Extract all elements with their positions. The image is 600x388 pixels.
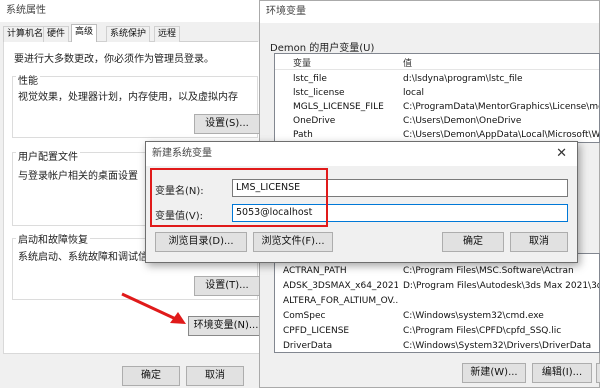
- system-properties-title: 系统属性: [0, 0, 261, 22]
- new-system-variable-dialog: 新建系统变量 ✕ 变量名(N): LMS_LICENSE 变量值(V): 505…: [145, 141, 578, 263]
- tab-system-protection[interactable]: 系统保护: [106, 26, 151, 42]
- var-name: lstc_file: [293, 74, 327, 84]
- startup-settings-button[interactable]: 设置(T)...: [194, 276, 260, 296]
- environment-variables-button[interactable]: 环境变量(N)...: [188, 316, 264, 336]
- var-value: C:\Windows\System32\Drivers\DriverData: [403, 341, 592, 351]
- tab-strip: 计算机名 硬件 高级 系统保护 远程: [3, 24, 258, 43]
- table-row[interactable]: ALTERA_FOR_ALTIUM_OV...: [275, 294, 599, 308]
- envwin-title: 环境变量: [260, 1, 599, 23]
- table-row[interactable]: CPFD_LICENSE C:\Program Files\CPFD\cpfd_S…: [275, 324, 599, 338]
- annotation-highlight-box: [150, 168, 328, 227]
- annotation-arrow: [121, 292, 186, 324]
- table-row[interactable]: OneDrive C:\Users\Demon\OneDrive: [275, 114, 599, 128]
- newvar-title: 新建系统变量: [146, 142, 577, 166]
- table-row[interactable]: Path C:\Users\Demon\AppData\Local\Microso…: [275, 128, 599, 142]
- user-list-header: 变量 值: [275, 54, 599, 70]
- table-row[interactable]: ADSK_3DSMAX_x64_2021 D:\Program Files\Aut…: [275, 279, 599, 293]
- newvar-ok-button[interactable]: 确定: [442, 232, 504, 252]
- var-name: ALTERA_FOR_ALTIUM_OV...: [283, 296, 398, 306]
- new-variable-button[interactable]: 新建(W)...: [462, 363, 526, 383]
- system-variables-list[interactable]: ACTRAN_PATH C:\Program Files\MSC.Software…: [274, 253, 600, 353]
- var-value: C:\Program Files\MSC.Software\Actran: [403, 266, 574, 276]
- browse-directory-button[interactable]: 浏览目录(D)...: [155, 232, 247, 252]
- delete-variable-button[interactable]: 删: [596, 363, 600, 383]
- table-row[interactable]: ACTRAN_PATH C:\Program Files\MSC.Software…: [275, 264, 599, 278]
- col-value-header[interactable]: 值: [403, 56, 412, 69]
- table-row[interactable]: lstc_file d:\lsdyna\program\lstc_file: [275, 72, 599, 86]
- edit-variable-button[interactable]: 编辑(I)...: [532, 363, 592, 383]
- tab-hardware[interactable]: 硬件: [43, 26, 70, 42]
- var-value: D:\Program Files\Autodesk\3ds Max 2021\3…: [403, 281, 599, 291]
- user-profile-desc: 与登录帐户相关的桌面设置: [18, 171, 138, 182]
- table-row[interactable]: MGLS_LICENSE_FILE C:\ProgramData\MentorGr…: [275, 100, 599, 114]
- var-value: C:\Program Files\CPFD\cpfd_SSQ.lic: [403, 326, 562, 336]
- user-variables-list[interactable]: 变量 值 lstc_file d:\lsdyna\program\lstc_fil…: [274, 53, 600, 143]
- browse-file-button[interactable]: 浏览文件(F)...: [253, 232, 333, 252]
- var-name: lstc_license: [293, 88, 345, 98]
- table-row[interactable]: DriverData C:\Windows\System32\Drivers\Dr…: [275, 339, 599, 352]
- var-name: OneDrive: [293, 116, 336, 126]
- var-value: C:\Users\Demon\AppData\Local\Microsoft\W…: [403, 130, 599, 140]
- performance-settings-button[interactable]: 设置(S)...: [194, 114, 260, 134]
- col-variable-header[interactable]: 变量: [293, 56, 311, 69]
- var-name: Path: [293, 130, 313, 140]
- var-value: C:\Users\Demon\OneDrive: [403, 116, 522, 126]
- var-value: local: [403, 88, 424, 98]
- sysprops-ok-button[interactable]: 确定: [122, 366, 180, 386]
- startup-recovery-label: 启动和故障恢复: [16, 231, 90, 246]
- var-name: DriverData: [283, 341, 333, 351]
- performance-label: 性能: [16, 72, 40, 87]
- close-icon[interactable]: ✕: [556, 142, 567, 166]
- var-name: ACTRAN_PATH: [283, 266, 347, 276]
- performance-desc: 视觉效果，处理器计划，内存使用，以及虚拟内存: [18, 92, 238, 103]
- tab-advanced[interactable]: 高级: [71, 24, 98, 43]
- sysprops-cancel-button[interactable]: 取消: [186, 366, 244, 386]
- user-profile-label: 用户配置文件: [16, 148, 80, 163]
- table-row[interactable]: ComSpec C:\Windows\system32\cmd.exe: [275, 309, 599, 323]
- var-name: ComSpec: [283, 311, 326, 321]
- var-name: CPFD_LICENSE: [283, 326, 350, 336]
- var-value: C:\ProgramData\MentorGraphics\License\mg…: [403, 102, 599, 112]
- tab-remote[interactable]: 远程: [154, 26, 181, 42]
- user-variables-label: Demon 的用户变量(U): [270, 43, 375, 54]
- admin-note: 要进行大多数更改，你必须作为管理员登录。: [14, 54, 214, 65]
- var-name: ADSK_3DSMAX_x64_2021: [283, 281, 398, 291]
- startup-recovery-desc: 系统启动、系统故障和调试信息: [18, 252, 158, 263]
- var-value: d:\lsdyna\program\lstc_file: [403, 74, 523, 84]
- tab-computer-name[interactable]: 计算机名: [3, 26, 48, 42]
- newvar-cancel-button[interactable]: 取消: [510, 232, 568, 252]
- var-value: C:\Windows\system32\cmd.exe: [403, 311, 544, 321]
- table-row[interactable]: lstc_license local: [275, 86, 599, 100]
- var-name: MGLS_LICENSE_FILE: [293, 102, 384, 112]
